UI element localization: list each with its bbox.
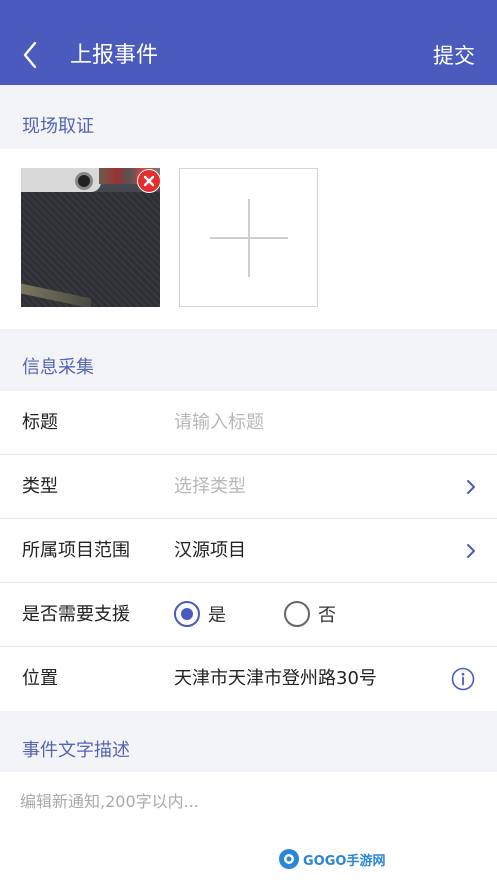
info-form: 标题 类型 选择类型 所属项目范围 汉源项目 是否需要支援 是 否 位置 天津市…	[0, 391, 497, 711]
title-label: 标题	[22, 412, 58, 433]
form-row-type[interactable]: 类型 选择类型	[0, 455, 497, 519]
chevron-right-icon	[463, 541, 479, 561]
radio-checked-icon	[174, 601, 200, 627]
chevron-left-icon	[23, 41, 37, 69]
type-label: 类型	[22, 476, 58, 497]
location-value: 天津市天津市登州路30号	[174, 668, 377, 689]
close-icon	[143, 175, 155, 187]
photo-panel	[0, 149, 497, 329]
title-input[interactable]	[174, 411, 454, 435]
project-value[interactable]: 汉源项目	[174, 539, 246, 563]
submit-button[interactable]: 提交	[433, 42, 475, 70]
form-row-support: 是否需要支援 是 否	[0, 583, 497, 647]
support-yes-label: 是	[208, 605, 226, 626]
support-yes-radio[interactable]: 是	[174, 601, 226, 627]
form-row-title: 标题	[0, 391, 497, 455]
support-no-label: 否	[318, 605, 336, 626]
section-title-info: 信息采集	[22, 357, 94, 378]
form-row-location: 位置 天津市天津市登州路30号	[0, 647, 497, 711]
page-title: 上报事件	[70, 43, 159, 68]
plus-icon	[210, 199, 288, 277]
description-panel	[0, 772, 497, 883]
project-label: 所属项目范围	[22, 540, 130, 561]
photo-wheel	[75, 172, 93, 190]
info-icon[interactable]	[451, 667, 475, 691]
description-textarea[interactable]	[20, 788, 480, 868]
section-title-description: 事件文字描述	[22, 740, 130, 761]
chevron-right-icon	[463, 477, 479, 497]
location-label: 位置	[22, 668, 58, 689]
remove-photo-button[interactable]	[137, 169, 161, 193]
form-row-project[interactable]: 所属项目范围 汉源项目	[0, 519, 497, 583]
watermark: GOGO手游网	[278, 848, 385, 870]
support-no-radio[interactable]: 否	[284, 601, 336, 627]
back-button[interactable]	[14, 37, 46, 73]
type-select[interactable]: 选择类型	[174, 475, 246, 499]
watermark-text: GOGO手游网	[303, 853, 386, 869]
section-title-evidence: 现场取证	[22, 116, 94, 137]
gamepad-logo-icon	[279, 849, 299, 869]
add-photo-button[interactable]	[179, 168, 318, 307]
app-header: 上报事件 提交	[0, 0, 497, 85]
radio-unchecked-icon	[284, 601, 310, 627]
support-label: 是否需要支援	[22, 604, 130, 625]
